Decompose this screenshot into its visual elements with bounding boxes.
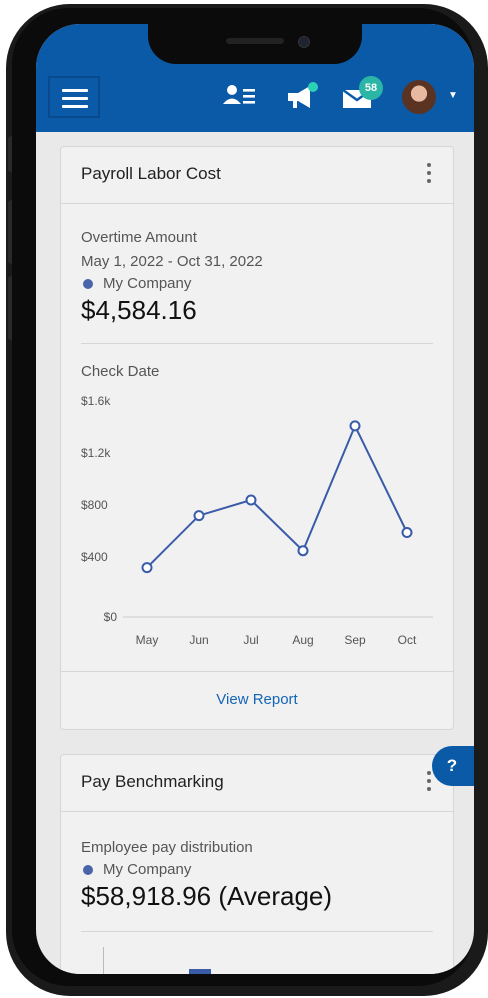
subtitle: Employee pay distribution: [81, 839, 253, 856]
chart-label: Check Date: [81, 363, 160, 380]
x-tick-label: Sep: [344, 633, 366, 647]
x-tick-label: Jul: [243, 633, 258, 647]
more-options-icon[interactable]: [427, 163, 433, 187]
avatar[interactable]: [402, 80, 436, 114]
more-options-icon[interactable]: [427, 771, 433, 795]
data-point[interactable]: [245, 494, 257, 506]
speaker: [226, 38, 284, 44]
menu-button[interactable]: [48, 76, 100, 118]
divider: [61, 671, 453, 672]
data-point[interactable]: [349, 420, 361, 432]
metric-label: Overtime Amount: [81, 229, 197, 246]
y-tick-label: $1.6k: [81, 394, 111, 408]
legend-label: My Company: [103, 861, 192, 878]
menu-icon: [62, 97, 88, 100]
x-tick-label: Oct: [398, 633, 417, 647]
series-line: [146, 423, 408, 569]
card-title: Pay Benchmarking: [81, 772, 224, 791]
notch: [148, 24, 362, 64]
legend-dot: [83, 865, 93, 876]
chart-axis-line: [103, 947, 104, 974]
menu-icon: [62, 89, 88, 92]
y-tick-label: $800: [81, 498, 108, 512]
x-tick-label: Jun: [189, 633, 208, 647]
notification-dot: [308, 82, 318, 92]
y-tick-label: $400: [81, 550, 108, 564]
data-point[interactable]: [193, 510, 205, 522]
x-tick-label: Aug: [292, 633, 313, 647]
divider: [81, 931, 433, 932]
legend-dot: [83, 279, 93, 290]
histogram-bar: [189, 969, 211, 974]
data-point[interactable]: [297, 545, 309, 557]
inbox-badge: 58: [359, 76, 383, 100]
y-tick-label: $0: [104, 610, 118, 624]
data-point[interactable]: [401, 527, 413, 538]
overtime-amount: $4,584.16: [81, 295, 197, 325]
caret-down-icon[interactable]: ▼: [448, 90, 458, 101]
overtime-line-chart: $0 $400 $800 $1.2k $1.6k May Jun Jul Aug Sep Oct: [81, 394, 433, 647]
divider: [81, 343, 433, 344]
screen: 58 ▼ Payroll Labor Cost Overtime Amount …: [36, 24, 474, 974]
view-report-link[interactable]: View Report: [61, 691, 453, 708]
x-tick-label: May: [136, 633, 159, 647]
legend-label: My Company: [103, 275, 192, 292]
card-title: Payroll Labor Cost: [81, 164, 221, 183]
y-tick-label: $1.2k: [81, 446, 111, 460]
card-header: Payroll Labor Cost: [61, 147, 453, 204]
average-pay-amount: $58,918.96 (Average): [81, 881, 333, 911]
camera: [298, 36, 310, 48]
people-list-icon[interactable]: [222, 80, 258, 112]
menu-icon: [62, 105, 88, 108]
legend-item: My Company: [83, 861, 191, 878]
legend-item: My Company: [83, 275, 191, 292]
help-button[interactable]: ?: [432, 746, 474, 786]
payroll-labor-cost-card: Payroll Labor Cost Overtime Amount May 1…: [60, 146, 454, 730]
pay-benchmarking-card: Pay Benchmarking Employee pay distributi…: [60, 754, 454, 974]
data-point[interactable]: [141, 562, 153, 574]
card-header: Pay Benchmarking: [61, 755, 453, 812]
date-range: May 1, 2022 - Oct 31, 2022: [81, 253, 263, 270]
